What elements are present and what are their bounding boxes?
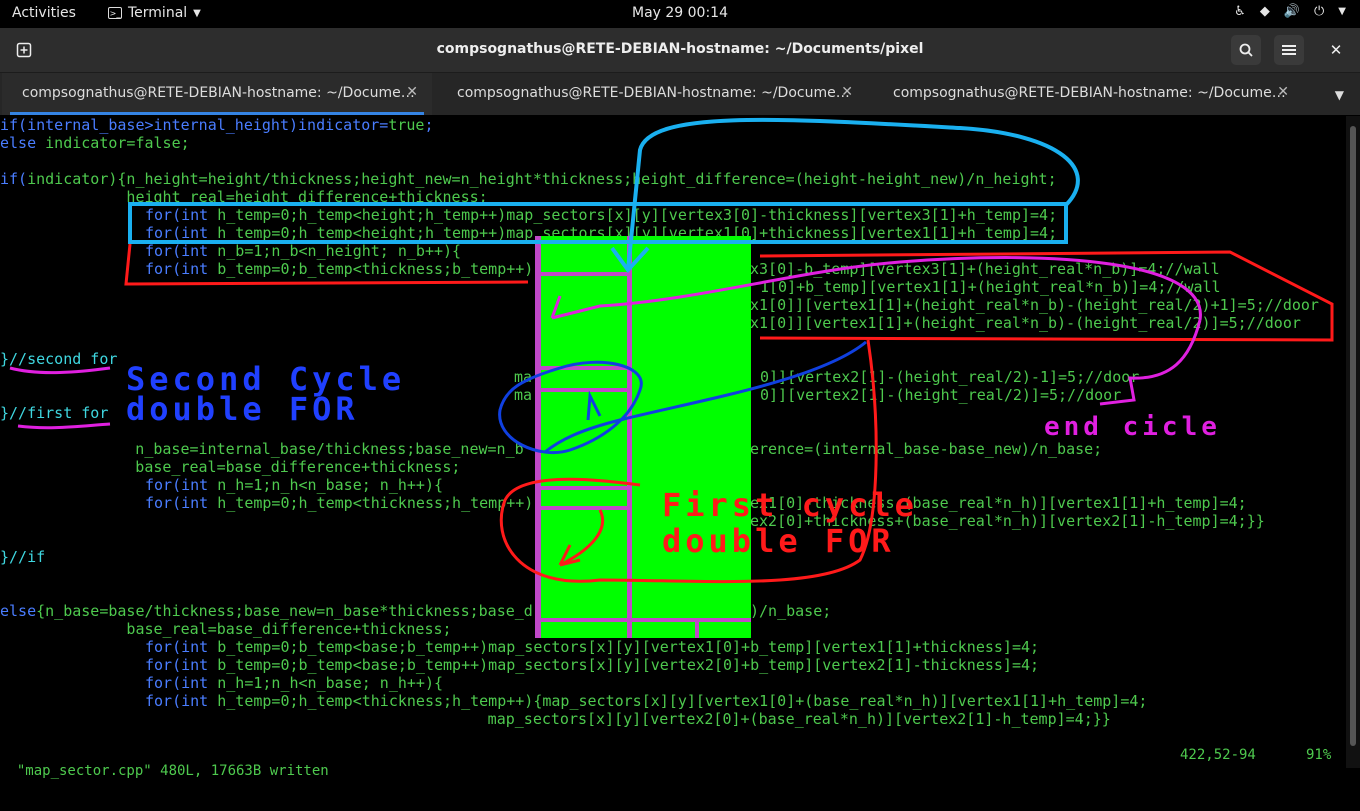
pixel-line: [627, 236, 632, 638]
annotation-double-for: double FOR: [126, 390, 359, 428]
code-line: }//if: [0, 548, 46, 566]
window-title: compsognathus@RETE-DEBIAN-hostname: ~/Do…: [436, 41, 924, 57]
cursor-position: 422,52-94: [1180, 747, 1256, 763]
code-line: if(indicator){n_height=height/thickness;…: [0, 170, 1057, 188]
top-bar: Activities >_ Terminal ▼ May 29 00:14 ♿ …: [0, 0, 1360, 28]
code-line: }//second for: [0, 350, 118, 368]
scrollbar-thumb[interactable]: [1350, 126, 1356, 746]
code-line: for(int b_temp=0;b_temp<base;b_temp++)ma…: [145, 656, 1040, 674]
code-line: 1[0]+b_temp][vertex1[1]+(height_real*n_b…: [760, 278, 1221, 296]
new-tab-button[interactable]: [10, 36, 38, 64]
clock[interactable]: May 29 00:14: [632, 5, 728, 21]
code-line: height_real=height_difference+thickness;: [0, 188, 488, 206]
close-tab-icon[interactable]: ✕: [1277, 84, 1289, 100]
menu-button[interactable]: [1274, 35, 1304, 65]
code-line: else indicator=false;: [0, 134, 190, 152]
pixel-line: [695, 622, 699, 638]
code-line: for(int n_h=1;n_h<n_base; n_h++){: [145, 674, 444, 692]
tab-1[interactable]: compsognathus@RETE-DEBIAN-hostname: ~/Do…: [2, 73, 432, 115]
close-tab-icon[interactable]: ✕: [841, 84, 853, 100]
scroll-percent: 91%: [1306, 747, 1332, 763]
app-name: Terminal: [128, 5, 188, 21]
tab-3[interactable]: compsognathus@RETE-DEBIAN-hostname: ~/Do…: [873, 73, 1303, 115]
vim-status-line: "map_sector.cpp" 480L, 17663B written 42…: [0, 747, 1346, 779]
code-line: n_base=internal_base/thickness;base_new=…: [45, 440, 524, 458]
accessibility-icon[interactable]: ♿: [1234, 4, 1246, 19]
tab-bar: compsognathus@RETE-DEBIAN-hostname: ~/Do…: [0, 73, 1360, 115]
close-window-button[interactable]: ✕: [1321, 35, 1351, 65]
terminal-icon: >_: [108, 7, 122, 19]
pixel-line: [535, 486, 627, 490]
code-line: 0]][vertex2[1]-(height_real/2)]=5;//door: [760, 386, 1122, 404]
status-message: "map_sector.cpp" 480L, 17663B written: [16, 763, 329, 779]
search-icon: [1239, 43, 1253, 57]
pixel-line: [535, 236, 541, 638]
pixel-line: [535, 506, 627, 510]
code-line: for(int h_temp=0;h_temp<height;h_temp++)…: [145, 206, 1058, 224]
caret-down-icon: ▼: [193, 7, 201, 19]
close-tab-icon[interactable]: ✕: [406, 84, 418, 100]
pixel-line: [535, 366, 627, 370]
code-line: ma: [514, 386, 533, 404]
code-line: base_real=base_difference+thickness;: [45, 458, 461, 476]
code-line: x1[0]][vertex1[1]+(height_real*n_b)-(hei…: [750, 314, 1301, 332]
code-line: if(internal_base>internal_height)indicat…: [0, 116, 434, 134]
tab-list-dropdown-icon[interactable]: ▼: [1335, 88, 1344, 102]
clock-container: May 29 00:14: [0, 5, 1360, 21]
tab-label: compsognathus@RETE-DEBIAN-hostname: ~/Do…: [22, 85, 415, 101]
code-line: for(int n_h=1;n_h<n_base; n_h++){: [145, 476, 444, 494]
power-icon: ⏻: [1314, 4, 1325, 19]
close-icon: ✕: [1329, 41, 1343, 59]
code-line: else{n_base=base/thickness;base_new=n_ba…: [0, 602, 533, 620]
annotation-double-for: double FOR: [662, 522, 895, 560]
hamburger-icon: [1282, 45, 1296, 55]
system-tray[interactable]: ♿ ◆ 🔊 ⏻ ▼: [1234, 4, 1346, 19]
pixel-line: [535, 272, 627, 276]
annotation-end-cicle: end cicle: [1044, 412, 1221, 442]
new-tab-icon: [16, 42, 32, 58]
code-line: x1[0]][vertex1[1]+(height_real*n_b)-(hei…: [750, 296, 1319, 314]
code-line: )/n_base;: [750, 602, 832, 620]
code-line: for(int b_temp=0;b_temp<thickness;b_temp…: [145, 260, 534, 278]
code-line: for(int h_temp=0;h_temp<thickness;h_temp…: [145, 494, 534, 512]
pixel-line: [535, 618, 751, 622]
search-button[interactable]: [1231, 35, 1261, 65]
code-line: for(int h_temp=0;h_temp<thickness;h_temp…: [145, 692, 1148, 710]
code-line: }//first for: [0, 404, 109, 422]
code-line: 0]][vertex2[1]-(height_real/2)-1]=5;//do…: [760, 368, 1140, 386]
code-line: base_real=base_difference+thickness;: [0, 620, 452, 638]
app-menu[interactable]: >_ Terminal ▼: [108, 5, 201, 21]
tab-2[interactable]: compsognathus@RETE-DEBIAN-hostname: ~/Do…: [437, 73, 867, 115]
caret-down-icon: ▼: [1338, 6, 1346, 17]
tab-label: compsognathus@RETE-DEBIAN-hostname: ~/Do…: [893, 85, 1286, 101]
code-line: ma: [514, 368, 533, 386]
volume-icon: 🔊: [1283, 4, 1300, 19]
scrollbar[interactable]: [1346, 116, 1360, 768]
tab-label: compsognathus@RETE-DEBIAN-hostname: ~/Do…: [457, 85, 850, 101]
code-line: x3[0]-b_temp][vertex3[1]+(height_real*n_…: [750, 260, 1220, 278]
network-icon: ◆: [1259, 4, 1270, 19]
code-line: map_sectors[x][y][vertex2[0]+(base_real*…: [0, 710, 1111, 728]
window-header: compsognathus@RETE-DEBIAN-hostname: ~/Do…: [0, 28, 1360, 73]
annotation-first-cycle: First cycle: [662, 486, 918, 524]
code-line: erence=(internal_base-base_new)/n_base;: [750, 440, 1103, 458]
code-line: for(int n_b=1;n_b<n_height; n_b++){: [145, 242, 462, 260]
activities-button[interactable]: Activities: [12, 5, 76, 21]
pixel-line: [535, 388, 627, 392]
pixel-art-image: [535, 236, 751, 638]
code-line: for(int b_temp=0;b_temp<base;b_temp++)ma…: [145, 638, 1040, 656]
